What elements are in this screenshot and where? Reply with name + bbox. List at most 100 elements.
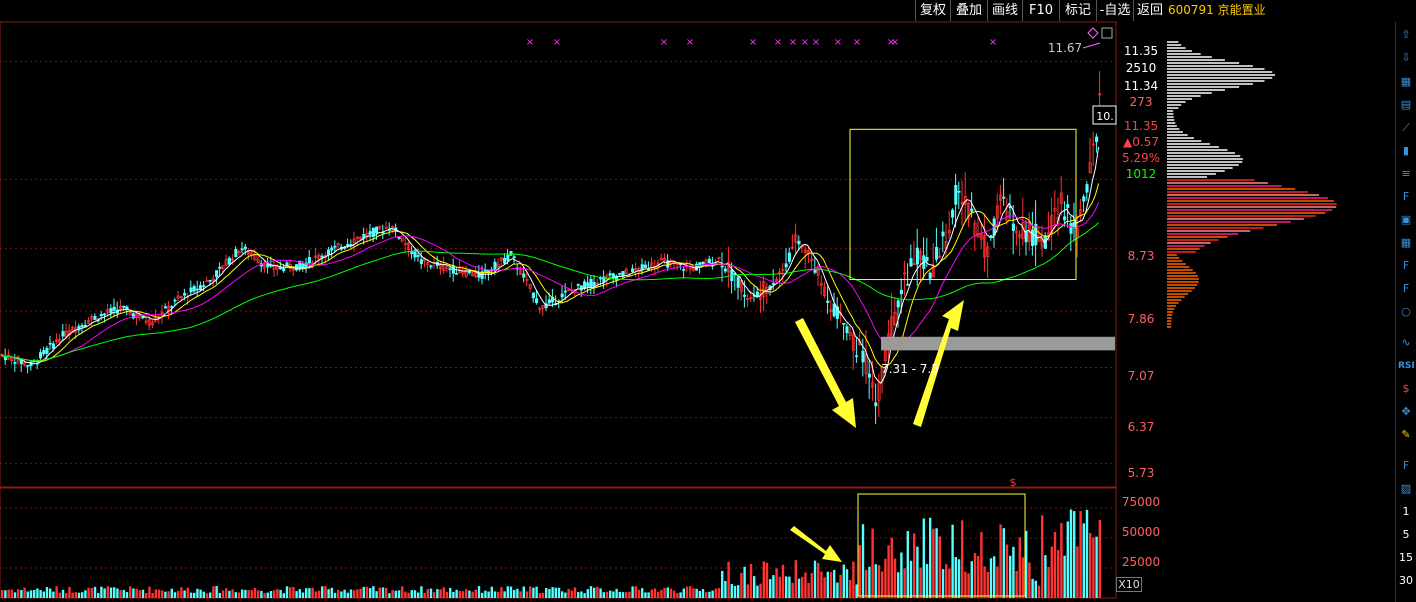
grid-icon[interactable]: ▦	[1398, 235, 1414, 251]
volume-bar	[135, 588, 138, 598]
line-chart-icon[interactable]: ⟋	[1398, 120, 1414, 136]
volume-bar	[714, 588, 717, 598]
candle	[80, 325, 84, 327]
list-icon[interactable]: ≡	[1398, 166, 1414, 182]
volume-bar	[522, 586, 525, 598]
volume-bar	[369, 588, 372, 598]
candle	[599, 277, 603, 280]
volume-bar	[199, 589, 202, 598]
candle	[234, 248, 238, 258]
volume-bar	[196, 588, 199, 598]
volume-bar	[1041, 515, 1044, 598]
period-1[interactable]: 1	[1398, 504, 1414, 520]
volume-bar	[295, 591, 298, 598]
volume-bar	[244, 589, 247, 598]
volume-bar	[356, 589, 359, 598]
volume-bar	[327, 589, 330, 598]
table-icon[interactable]: ▤	[1398, 97, 1414, 113]
volume-scale-label: X10	[1116, 577, 1142, 592]
volume-bar	[519, 591, 522, 598]
volume-bar	[468, 590, 471, 598]
volume-bar	[913, 533, 916, 598]
volume-bar	[529, 586, 532, 598]
volume-bar	[922, 518, 925, 598]
up-arrow-icon[interactable]: ⇧	[1398, 27, 1414, 43]
candle	[592, 282, 596, 287]
volume-bar	[801, 576, 804, 598]
pencil-icon[interactable]: ✎	[1398, 427, 1414, 443]
candle	[909, 258, 913, 267]
volume-bar	[13, 592, 17, 598]
period-30[interactable]: 30	[1398, 573, 1414, 589]
candle	[208, 279, 212, 282]
candle	[631, 268, 635, 272]
volume-bar	[641, 588, 644, 598]
volume-bar	[996, 566, 999, 598]
volume-bar	[884, 558, 887, 598]
volume-bar	[241, 589, 244, 598]
candle	[333, 245, 337, 248]
doc-icon[interactable]: ▣	[1398, 212, 1414, 228]
volume-bar	[551, 587, 554, 598]
volume-bar	[301, 592, 305, 598]
volume-bar	[317, 590, 321, 598]
dollar-icon[interactable]: $	[1398, 381, 1414, 397]
move-icon[interactable]: ✥	[1398, 404, 1414, 420]
candle	[51, 343, 55, 349]
volume-bar	[365, 586, 369, 598]
volume-bar	[305, 588, 308, 598]
period-15[interactable]: 15	[1398, 550, 1414, 566]
volume-bar	[372, 586, 375, 598]
volume-bar	[141, 589, 145, 598]
volume-bar	[573, 587, 577, 598]
volume-bar	[74, 592, 77, 598]
f7-icon[interactable]: F	[1398, 281, 1414, 297]
candle	[611, 273, 615, 277]
kline-icon[interactable]: ▮	[1398, 143, 1414, 159]
volume-bar	[260, 590, 263, 598]
volume-bar	[58, 592, 61, 598]
candle	[896, 300, 900, 308]
calendar-icon[interactable]: ▦	[1398, 74, 1414, 90]
candle	[845, 326, 849, 334]
candle	[202, 285, 206, 287]
volume-bar	[717, 588, 721, 598]
volume-bar	[935, 528, 938, 598]
candle	[1063, 216, 1067, 221]
volume-bar	[557, 587, 561, 598]
candle	[935, 247, 939, 260]
volume-bar	[433, 592, 436, 598]
volume-bar	[1066, 521, 1069, 598]
wave-icon[interactable]: ∿	[1398, 335, 1414, 351]
volume-bar	[775, 568, 778, 598]
price-level-1: 8.73	[1127, 249, 1155, 263]
volume-bar	[205, 593, 209, 598]
volume-bar	[938, 536, 941, 598]
price-level-3: 7.07	[1127, 369, 1155, 383]
volume-bar	[823, 577, 826, 598]
volume-bar	[612, 591, 615, 598]
volume-bar	[657, 591, 660, 598]
volume-bar	[957, 559, 961, 598]
volume-bar	[951, 524, 954, 598]
price-level-5: 5.73	[1127, 466, 1155, 480]
f10-icon[interactable]: F	[1398, 189, 1414, 205]
volume-bar	[337, 590, 340, 598]
down-arrow-icon[interactable]: ⇩	[1398, 50, 1414, 66]
candle	[970, 208, 974, 212]
candle	[122, 305, 126, 308]
volume-bar	[189, 592, 193, 598]
period-5[interactable]: 5	[1398, 527, 1414, 543]
volume-bar	[609, 590, 612, 598]
rsi-icon[interactable]: RSI	[1398, 358, 1415, 374]
volume-bar	[1009, 555, 1012, 598]
image-icon[interactable]: ▨	[1398, 481, 1414, 497]
candle	[189, 287, 193, 293]
volume-bar	[113, 587, 116, 598]
volume-bar	[471, 591, 474, 598]
volume-bar	[506, 586, 509, 598]
circle-icon[interactable]: ○	[1398, 304, 1414, 320]
volume-bar	[116, 588, 119, 598]
f2-icon[interactable]: F	[1398, 258, 1414, 274]
f5-icon[interactable]: F	[1398, 458, 1414, 474]
